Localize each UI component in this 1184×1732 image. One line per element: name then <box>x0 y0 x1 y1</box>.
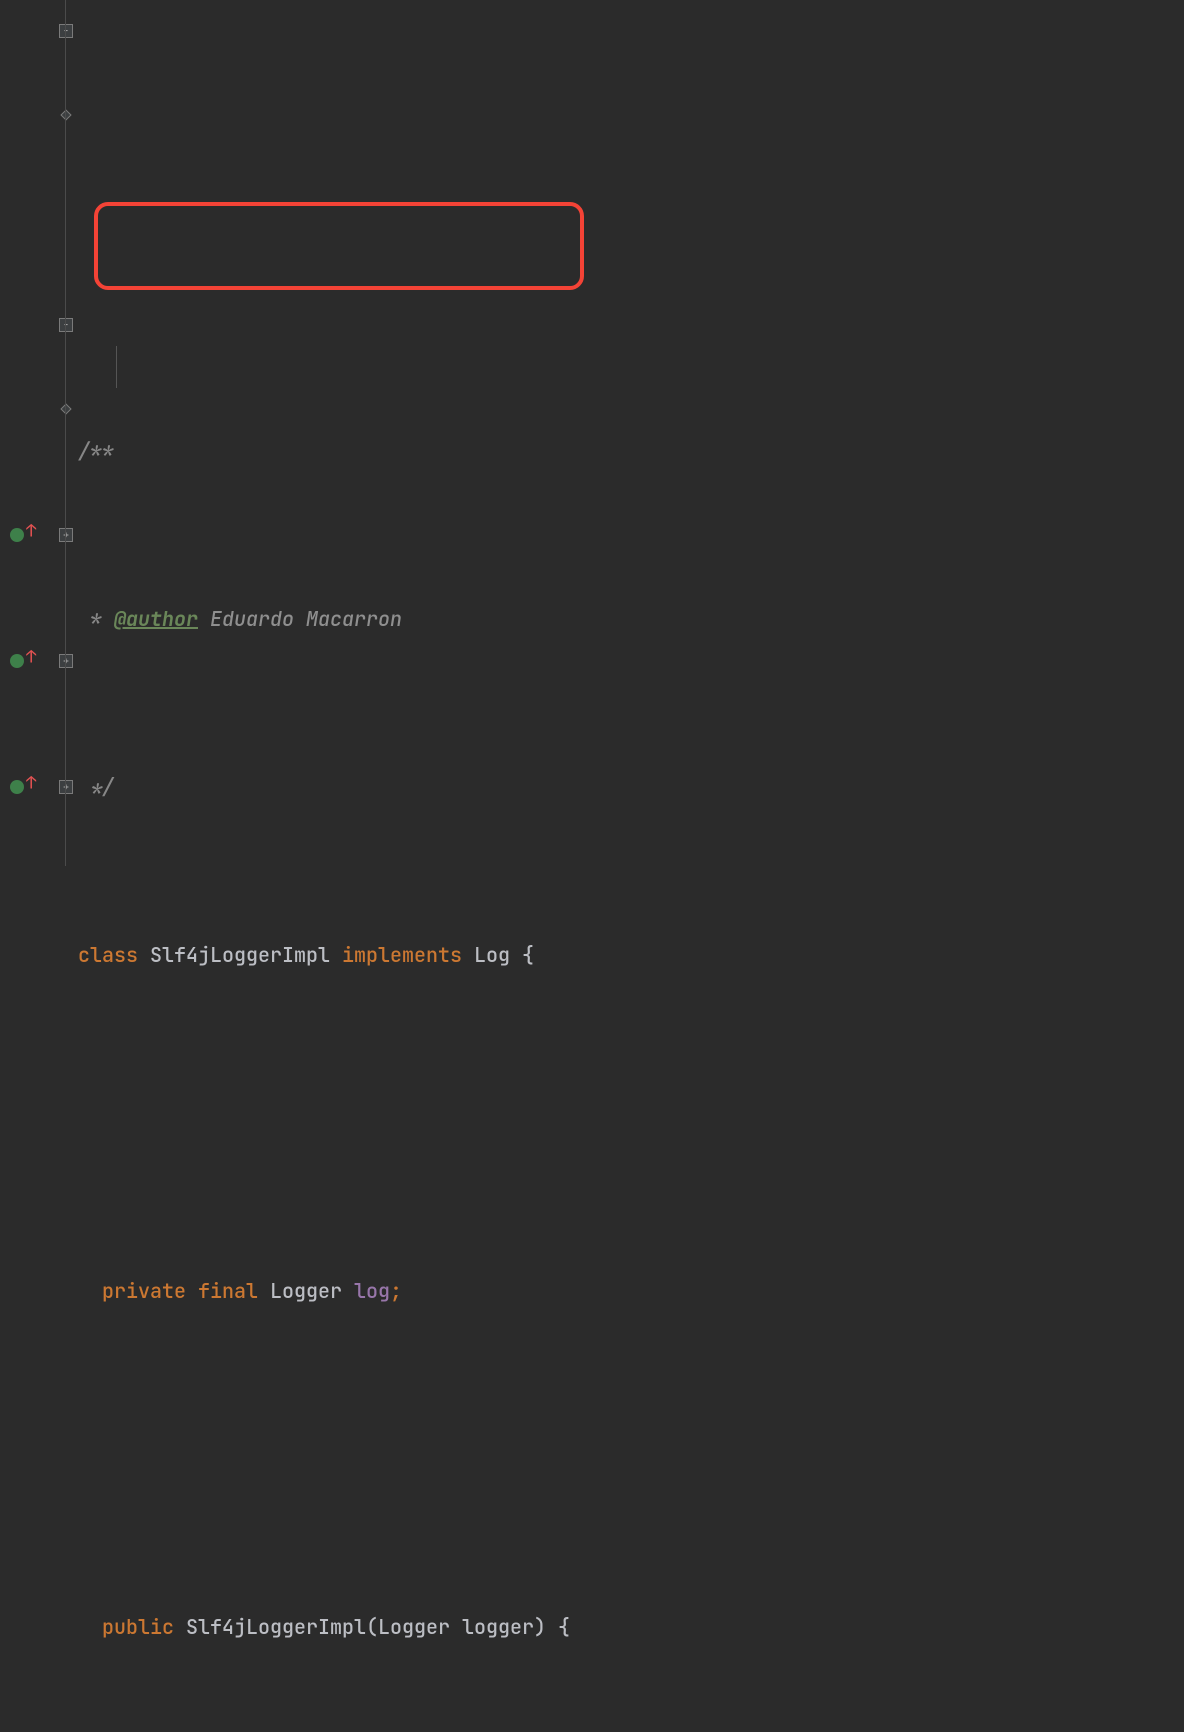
fold-toggle-isDebug[interactable] <box>59 528 73 542</box>
implements-upstream-icon[interactable]: ↑ <box>26 511 36 553</box>
code-line[interactable]: class Slf4jLoggerImpl implements Log { <box>78 934 1184 976</box>
fold-toggle-javadoc[interactable] <box>59 24 73 38</box>
fold-toggle-ctor[interactable] <box>59 318 73 332</box>
code-line[interactable]: * @author Eduardo Macarron <box>78 598 1184 640</box>
fold-toggle-error[interactable] <box>59 780 73 794</box>
code-line[interactable]: public Slf4jLoggerImpl(Logger logger) { <box>78 1606 1184 1648</box>
indent-guide <box>116 346 117 388</box>
override-gutter-icon[interactable] <box>10 780 24 794</box>
code-line[interactable]: */ <box>78 766 1184 808</box>
implements-upstream-icon[interactable]: ↑ <box>26 763 36 805</box>
fold-toggle-isTrace[interactable] <box>59 654 73 668</box>
code-line[interactable]: private final Logger log; <box>78 1270 1184 1312</box>
override-gutter-icon[interactable] <box>10 654 24 668</box>
fold-end-javadoc[interactable] <box>60 109 71 120</box>
implements-upstream-icon[interactable]: ↑ <box>26 637 36 679</box>
code-line[interactable] <box>78 1102 1184 1144</box>
marker-rectangle <box>94 202 584 290</box>
code-line[interactable] <box>78 1438 1184 1480</box>
override-gutter-icon[interactable] <box>10 528 24 542</box>
gutter: ↑ ↑ ↑ <box>0 0 78 866</box>
code-line[interactable]: /** <box>78 430 1184 472</box>
code-area[interactable]: /** * @author Eduardo Macarron */ class … <box>78 0 1184 866</box>
fold-end-ctor[interactable] <box>60 403 71 414</box>
code-editor: ↑ ↑ ↑ /** <box>0 0 1184 866</box>
